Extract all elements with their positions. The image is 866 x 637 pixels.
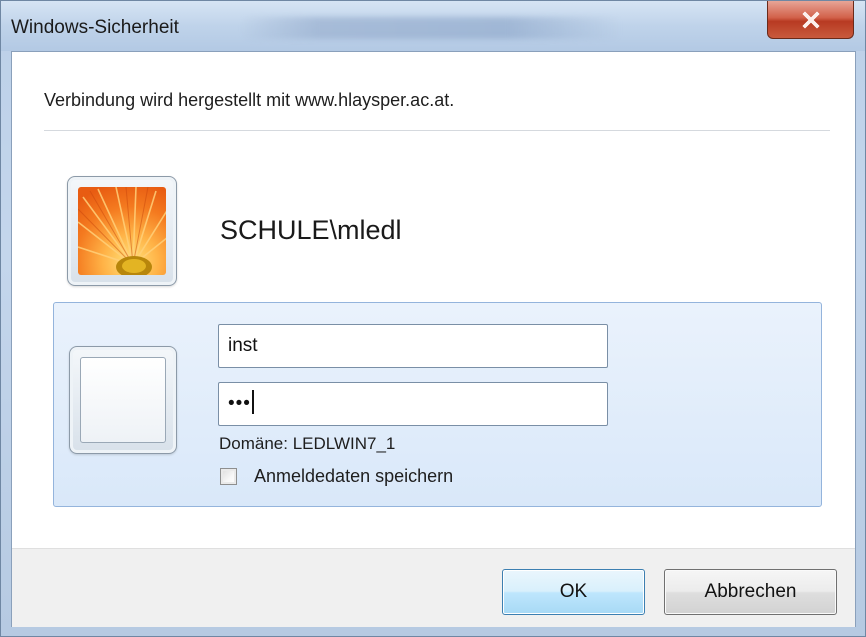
dialog-content: Verbindung wird hergestellt mit www.hlay… xyxy=(11,51,856,627)
button-bar: OK Abbrechen xyxy=(12,548,855,627)
username-input[interactable]: inst xyxy=(218,324,608,368)
close-button[interactable] xyxy=(767,1,854,39)
window-title: Windows-Sicherheit xyxy=(11,17,179,38)
remember-credentials-row[interactable]: Anmeldedaten speichern xyxy=(220,466,453,487)
password-input[interactable]: ••• xyxy=(218,382,608,426)
title-bar[interactable]: Windows-Sicherheit xyxy=(1,1,865,51)
connection-message: Verbindung wird hergestellt mit www.hlay… xyxy=(44,90,455,110)
password-mask: ••• xyxy=(228,393,251,414)
saved-user-tile[interactable] xyxy=(67,176,177,286)
text-caret xyxy=(251,390,254,415)
username-value: inst xyxy=(228,335,258,356)
remember-credentials-checkbox[interactable] xyxy=(220,468,237,485)
credential-panel: inst ••• Domäne: LEDLWIN7_1 Anmeldedaten… xyxy=(53,302,822,507)
separator xyxy=(44,130,830,131)
ok-button[interactable]: OK xyxy=(502,569,645,615)
domain-label: Domäne: LEDLWIN7_1 xyxy=(219,434,396,453)
remember-credentials-label[interactable]: Anmeldedaten speichern xyxy=(254,466,453,487)
blank-user-tile-inner xyxy=(80,357,166,443)
cancel-button[interactable]: Abbrechen xyxy=(664,569,837,615)
title-bar-background-blur xyxy=(241,17,621,39)
blank-user-tile-icon xyxy=(69,346,177,454)
saved-username: SCHULE\mledl xyxy=(220,215,402,245)
flower-user-picture-icon xyxy=(78,187,166,275)
security-dialog-window: Windows-Sicherheit Verbindung wird herge… xyxy=(0,0,866,637)
close-icon xyxy=(801,10,820,29)
